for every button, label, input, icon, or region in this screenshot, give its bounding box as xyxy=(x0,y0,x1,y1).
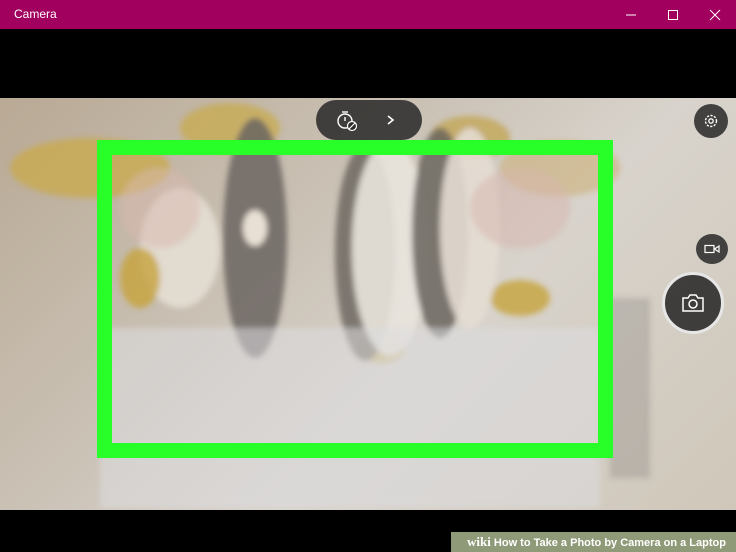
highlight-frame xyxy=(97,140,613,458)
watermark: wiki How to Take a Photo by Camera on a … xyxy=(451,532,736,552)
minimize-button[interactable] xyxy=(610,0,652,29)
expand-options-button[interactable] xyxy=(382,110,400,130)
app-title: Camera xyxy=(14,7,57,21)
timer-off-icon xyxy=(337,111,358,132)
take-photo-button[interactable] xyxy=(662,272,724,334)
timer-options-bar xyxy=(316,100,422,140)
minimize-icon xyxy=(626,14,636,15)
video-mode-button[interactable] xyxy=(696,234,728,264)
chevron-right-icon xyxy=(387,115,395,125)
gear-icon xyxy=(704,114,718,128)
close-button[interactable] xyxy=(694,0,736,29)
title-bar: Camera xyxy=(0,0,736,29)
maximize-icon xyxy=(668,9,678,20)
close-icon xyxy=(709,9,721,20)
maximize-button[interactable] xyxy=(652,0,694,29)
video-camera-icon xyxy=(704,244,720,254)
settings-button[interactable] xyxy=(694,104,728,138)
camera-icon xyxy=(682,294,704,312)
watermark-title: How to Take a Photo by Camera on a Lapto… xyxy=(493,537,726,549)
watermark-brand: wiki xyxy=(467,534,491,549)
timer-button[interactable] xyxy=(334,108,360,132)
